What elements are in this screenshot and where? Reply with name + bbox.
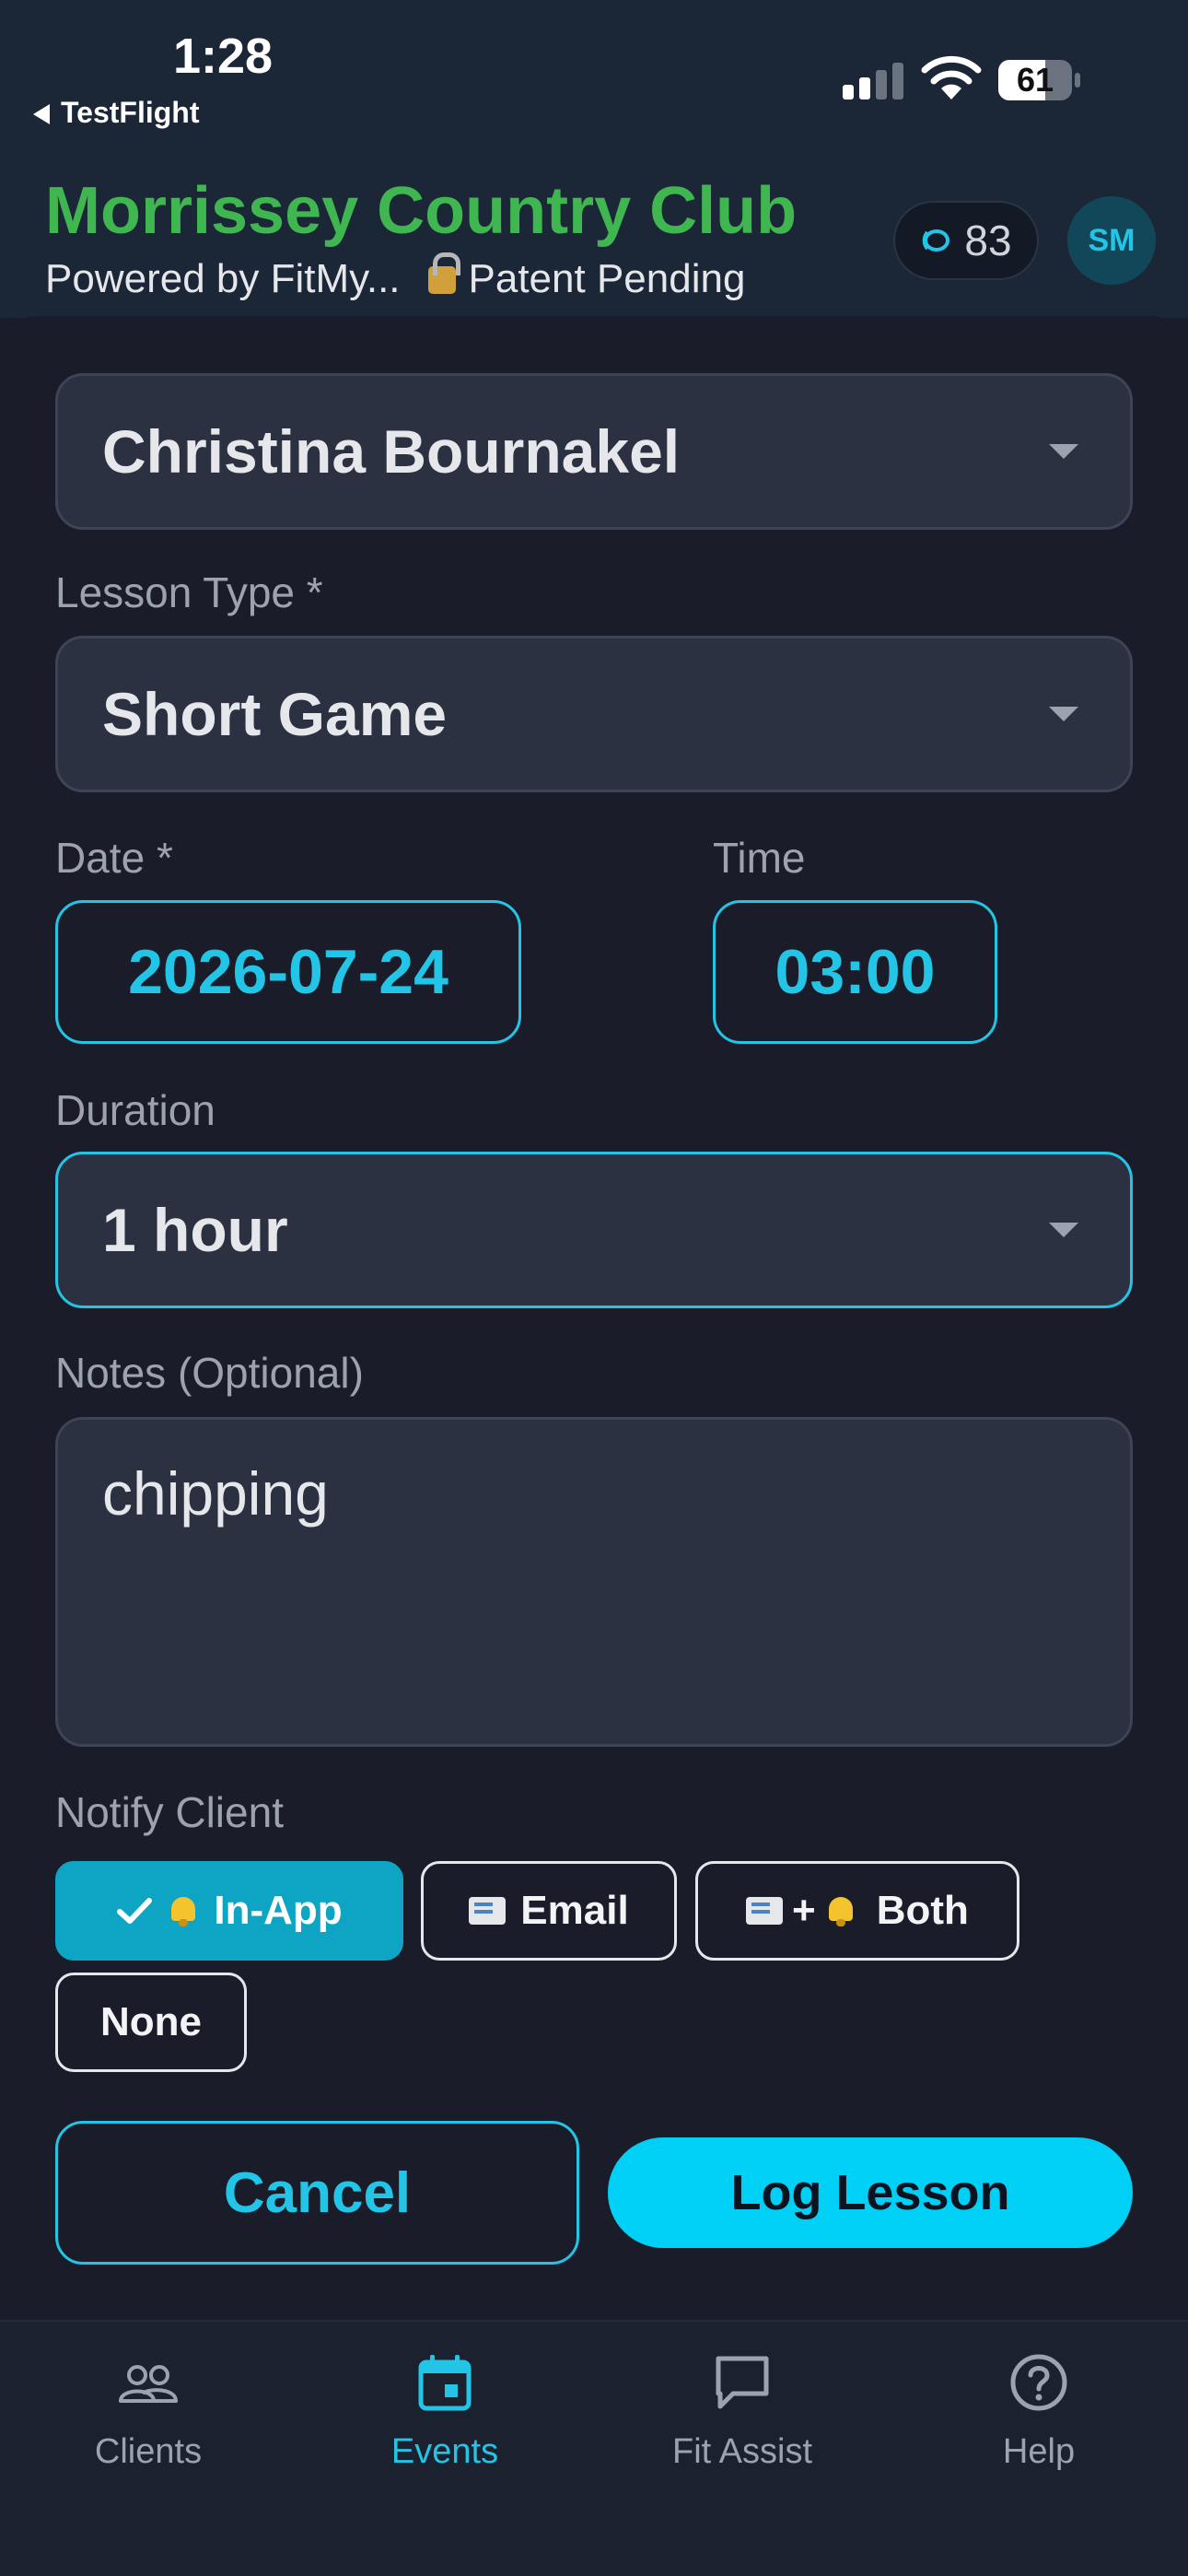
club-title: Morrissey Country Club xyxy=(45,174,798,248)
avatar[interactable]: SM xyxy=(1067,196,1156,285)
score-value: 83 xyxy=(964,217,1012,264)
tab-events[interactable]: Events xyxy=(330,2349,560,2472)
lesson-type-label: Lesson Type * xyxy=(55,568,323,616)
notify-option-label: Email xyxy=(520,1888,629,1933)
bottom-tab-bar: Clients Events Fit Assist Help xyxy=(0,2320,1188,2576)
client-select[interactable]: Christina Bournakel xyxy=(55,373,1133,530)
date-picker[interactable]: 2026-07-24 xyxy=(55,900,521,1044)
powered-by-line: Powered by FitMy... Patent Pending xyxy=(45,252,746,302)
bell-icon xyxy=(168,1895,199,1926)
back-arrow-icon xyxy=(33,104,50,124)
calendar-icon xyxy=(418,2355,472,2411)
patent-pending-text: Patent Pending xyxy=(468,256,746,301)
people-icon xyxy=(119,2365,178,2403)
app-header: 1:28 TestFlight 61 Morrissey Country Clu… xyxy=(0,0,1188,318)
powered-by-text: Powered by FitMy... xyxy=(45,256,401,301)
cancel-button[interactable]: Cancel xyxy=(55,2121,579,2265)
help-circle-icon xyxy=(1010,2354,1067,2411)
duration-label: Duration xyxy=(55,1086,215,1134)
notify-option-label: None xyxy=(100,1999,202,2044)
client-select-value: Christina Bournakel xyxy=(102,417,681,486)
back-label: TestFlight xyxy=(61,96,200,129)
chevron-down-icon xyxy=(1049,444,1078,459)
notify-option-none[interactable]: None xyxy=(55,1973,247,2072)
tab-label: Fit Assist xyxy=(671,2432,813,2471)
back-to-testflight-link[interactable]: TestFlight xyxy=(33,96,200,130)
ring-icon xyxy=(923,229,950,252)
envelope-icon xyxy=(746,1897,784,1925)
notes-value: chipping xyxy=(102,1459,329,1528)
notify-option-label: Both xyxy=(876,1888,969,1933)
notify-option-label: In-App xyxy=(214,1888,343,1933)
lesson-type-select[interactable]: Short Game xyxy=(55,636,1133,792)
date-label: Date * xyxy=(55,834,173,882)
score-badge[interactable]: 83 xyxy=(893,201,1039,280)
notify-option-email[interactable]: Email xyxy=(421,1861,677,1961)
log-lesson-button[interactable]: Log Lesson xyxy=(608,2137,1133,2248)
plus-sign: + xyxy=(792,1888,816,1933)
tab-help[interactable]: Help xyxy=(924,2349,1154,2472)
chevron-down-icon xyxy=(1049,707,1078,721)
duration-select[interactable]: 1 hour xyxy=(55,1152,1133,1308)
tab-label: Clients xyxy=(94,2432,203,2471)
battery-percent: 61 xyxy=(1016,61,1054,99)
duration-value: 1 hour xyxy=(102,1196,288,1264)
cellular-signal-icon xyxy=(843,63,903,100)
notify-option-in-app[interactable]: In-App xyxy=(55,1861,403,1961)
tab-clients[interactable]: Clients xyxy=(33,2349,263,2472)
tab-label: Help xyxy=(1002,2432,1076,2471)
notify-client-label: Notify Client xyxy=(55,1788,284,1836)
check-icon xyxy=(117,1898,153,1924)
lesson-type-value: Short Game xyxy=(102,680,448,748)
notes-textarea[interactable]: chipping xyxy=(55,1417,1133,1747)
status-time: 1:28 xyxy=(173,29,274,84)
time-picker[interactable]: 03:00 xyxy=(713,900,997,1044)
tab-label: Events xyxy=(390,2432,499,2471)
notes-label: Notes (Optional) xyxy=(55,1349,364,1397)
lock-icon xyxy=(427,252,460,294)
wifi-icon xyxy=(921,55,982,100)
envelope-icon xyxy=(469,1897,507,1925)
bell-icon xyxy=(825,1895,856,1926)
chat-bubble-icon xyxy=(716,2356,769,2409)
chevron-down-icon xyxy=(1049,1223,1078,1237)
time-label: Time xyxy=(713,834,806,882)
notify-option-both[interactable]: + Both xyxy=(695,1861,1019,1961)
tab-fit-assist[interactable]: Fit Assist xyxy=(627,2349,857,2472)
